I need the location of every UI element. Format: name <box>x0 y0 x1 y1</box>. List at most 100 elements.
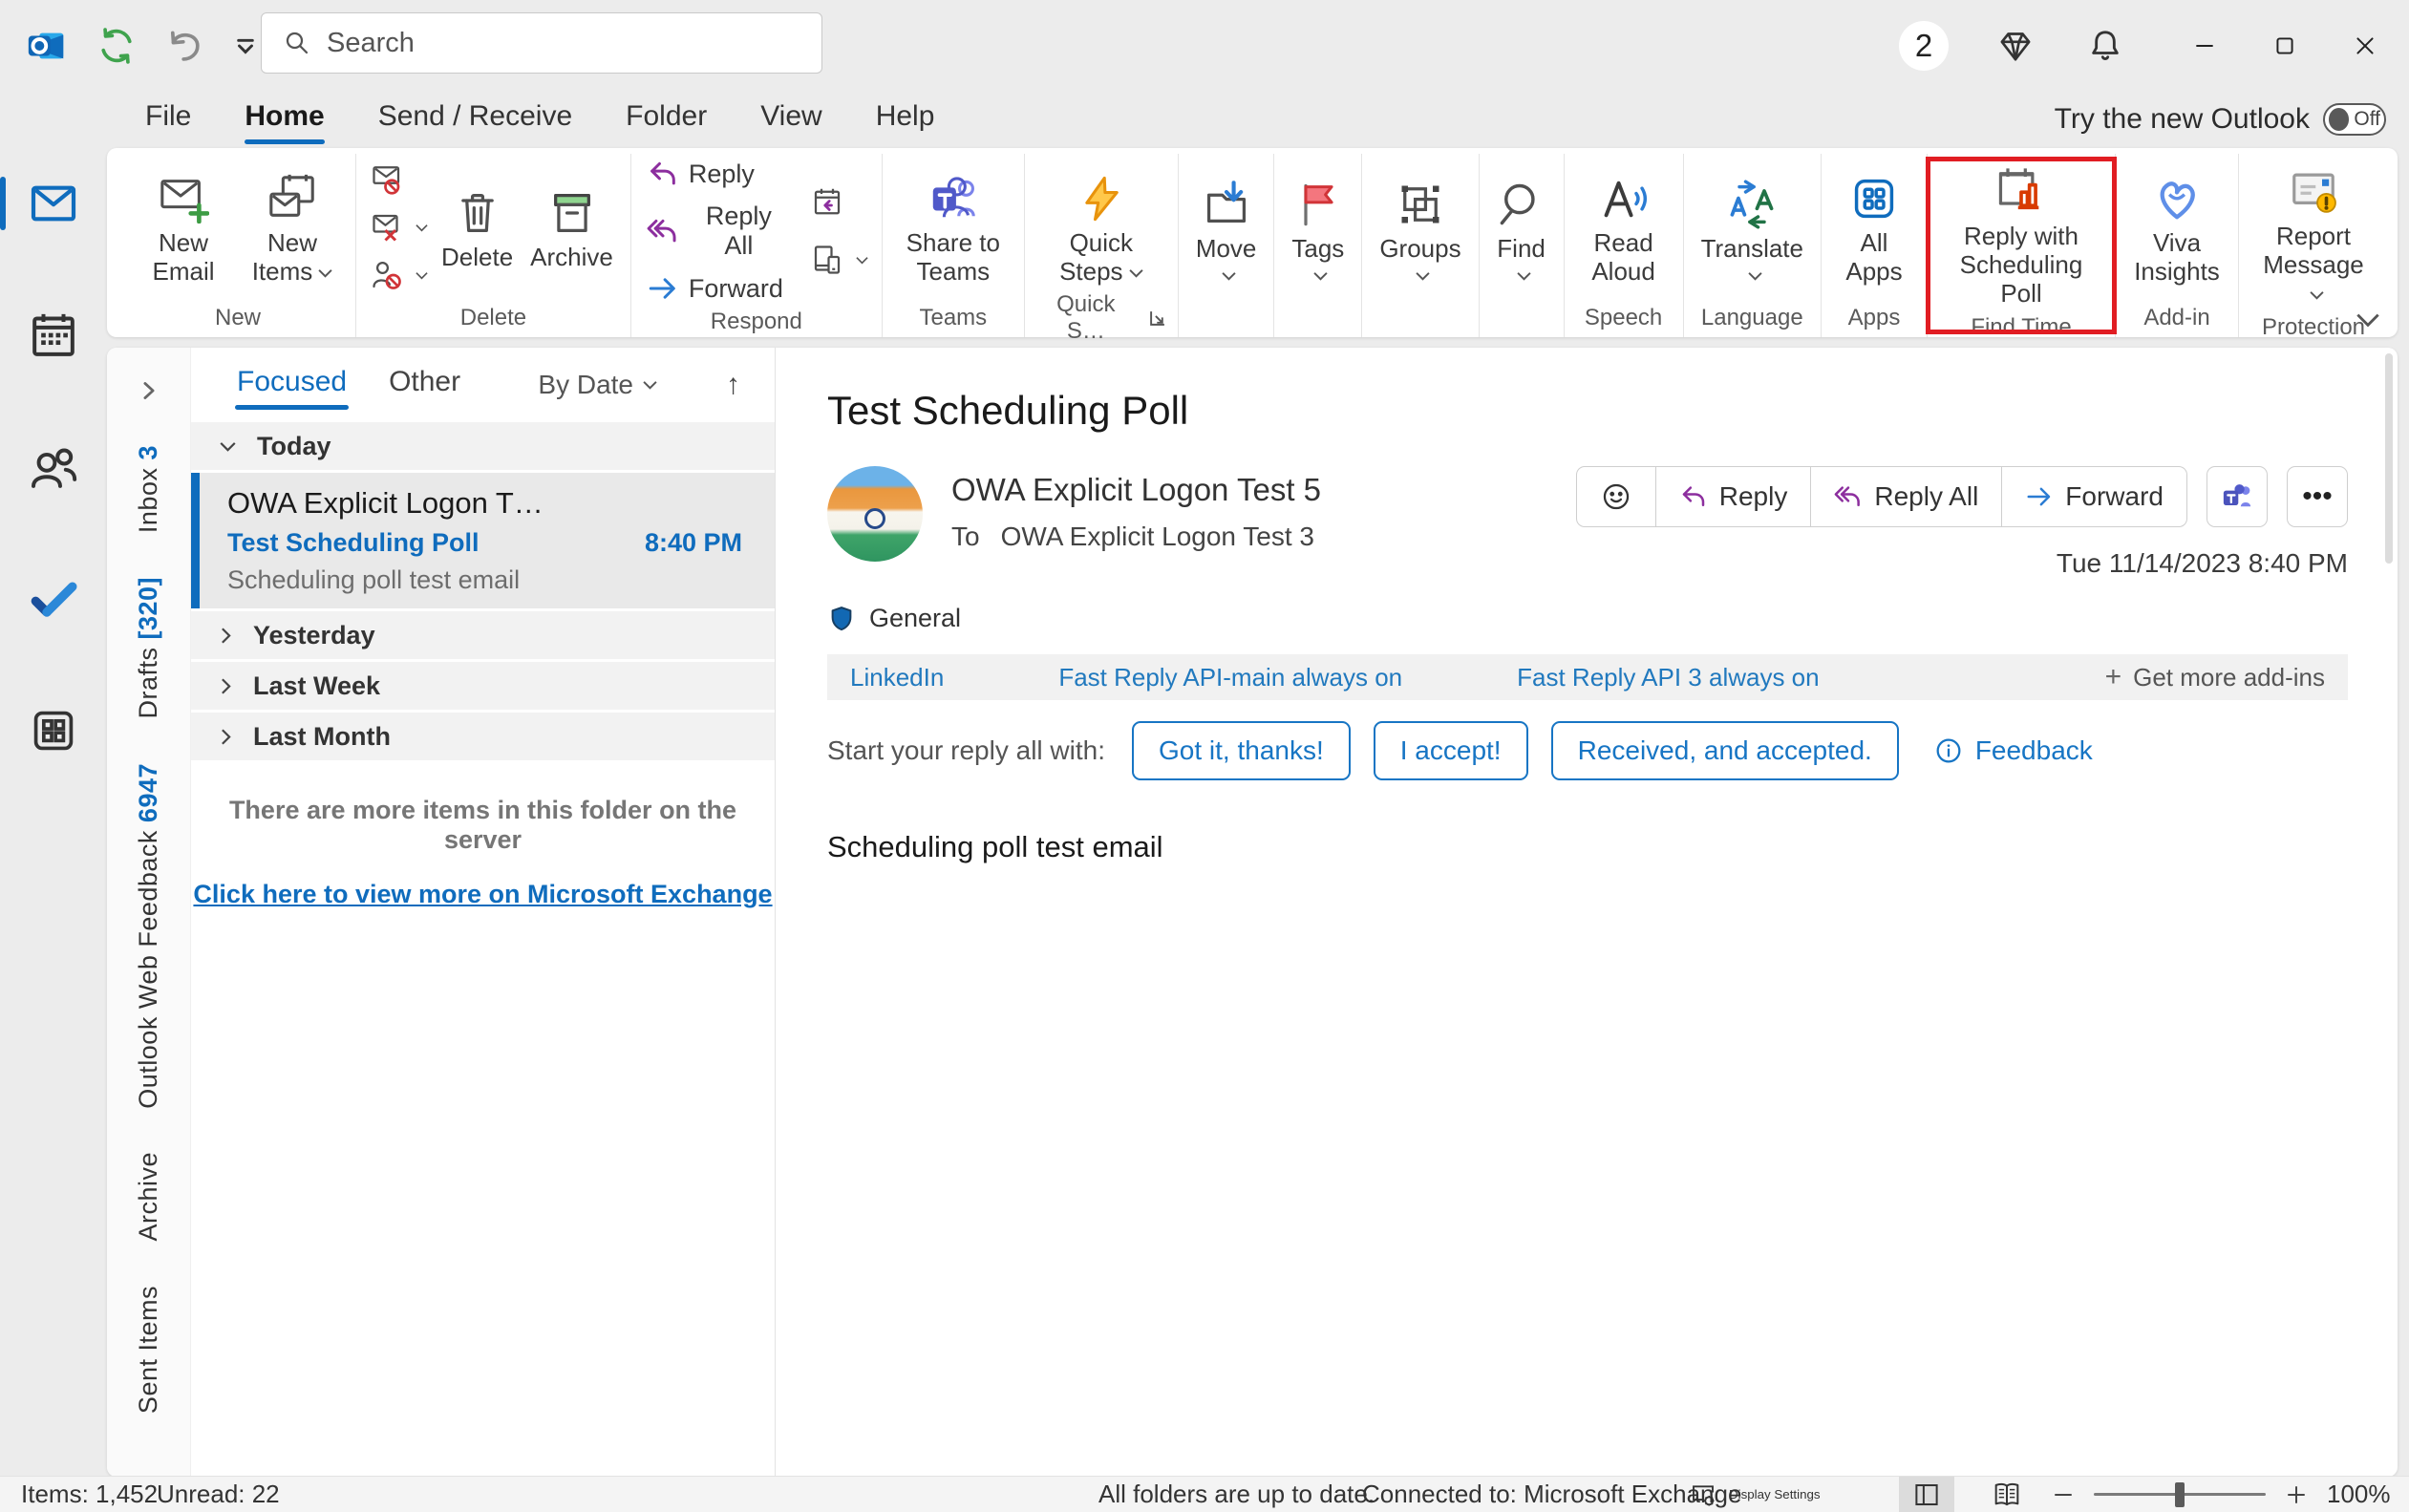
customize-quick-access-button[interactable] <box>233 33 258 58</box>
account-badge[interactable]: 2 <box>1899 21 1949 71</box>
read-aloud-button[interactable]: Read Aloud <box>1574 162 1674 292</box>
book-icon <box>1992 1480 2022 1510</box>
sort-direction-button[interactable]: ↑ <box>726 369 740 401</box>
nav-mail[interactable] <box>0 173 84 234</box>
tab-folder[interactable]: Folder <box>624 96 709 142</box>
tags-button[interactable]: Tags <box>1284 168 1352 287</box>
forward-button[interactable]: Forward <box>641 270 795 307</box>
share-to-teams-button[interactable]: Share to Teams <box>892 162 1014 292</box>
nav-people[interactable] <box>23 437 84 498</box>
all-apps-button[interactable]: All Apps <box>1831 162 1917 292</box>
reply-with-scheduling-poll-button[interactable]: Reply with Scheduling Poll <box>1937 156 2105 314</box>
sensitivity-label: General <box>827 604 2348 633</box>
zoom-in-button[interactable] <box>2285 1477 2308 1512</box>
nav-todo[interactable] <box>23 568 84 629</box>
teams-icon <box>927 168 979 224</box>
notifications-bell-icon[interactable] <box>2079 19 2132 73</box>
report-message-button[interactable]: Report Message <box>2249 156 2378 314</box>
tab-help[interactable]: Help <box>874 96 937 142</box>
reading-view-button[interactable] <box>1899 1477 1954 1512</box>
share-to-teams-action-button[interactable] <box>2206 466 2268 527</box>
scrollbar-thumb[interactable] <box>2385 353 2393 564</box>
find-button[interactable]: Find <box>1489 168 1554 287</box>
nav-calendar[interactable] <box>23 305 84 366</box>
suggested-reply-2[interactable]: I accept! <box>1373 721 1528 780</box>
zoom-slider-handle[interactable] <box>2175 1481 2185 1507</box>
tab-focused[interactable]: Focused <box>234 360 350 410</box>
tab-home[interactable]: Home <box>243 96 326 144</box>
minimize-button[interactable] <box>2168 10 2241 82</box>
addin-fast-reply-main[interactable]: Fast Reply API-main always on <box>1058 663 1402 692</box>
move-button[interactable]: Move <box>1188 168 1265 287</box>
display-settings-button[interactable]: Display Settings <box>1689 1477 1821 1512</box>
folder-sent-items[interactable]: Sent Items <box>134 1286 163 1414</box>
sort-by-dropdown[interactable]: By Date <box>538 370 657 400</box>
reply-button[interactable]: Reply <box>641 156 795 192</box>
block-sender-button[interactable] <box>366 256 432 294</box>
undo-button[interactable] <box>164 25 206 67</box>
suggested-replies-label: Start your reply all with: <box>827 735 1105 765</box>
maximize-button[interactable] <box>2249 10 2321 82</box>
group-header-yesterday[interactable]: Yesterday <box>191 611 775 659</box>
groups-button[interactable]: Groups <box>1372 168 1468 287</box>
reply-all-button[interactable]: Reply All <box>641 200 795 263</box>
junk-email-button[interactable] <box>366 208 432 246</box>
forward-action-button[interactable]: Forward <box>2002 467 2186 526</box>
sender-avatar[interactable] <box>827 466 923 562</box>
suggested-reply-3[interactable]: Received, and accepted. <box>1550 721 1899 780</box>
group-header-last-week[interactable]: Last Week <box>191 662 775 710</box>
archive-button[interactable]: Archive <box>522 177 621 278</box>
folder-inbox[interactable]: Inbox 3 <box>134 445 163 533</box>
dialog-launcher-icon[interactable] <box>1147 308 1168 329</box>
reply-all-action-button[interactable]: Reply All <box>1811 467 2003 526</box>
translate-button[interactable]: Translate <box>1694 168 1811 287</box>
addin-fast-reply-3[interactable]: Fast Reply API 3 always on <box>1517 663 1819 692</box>
close-button[interactable] <box>2329 10 2401 82</box>
group-header-today[interactable]: Today <box>191 422 775 470</box>
delete-button[interactable]: Delete <box>434 177 521 278</box>
new-items-button[interactable]: New Items <box>239 162 346 292</box>
sender-name[interactable]: OWA Explicit Logon Test 5 <box>951 472 1321 508</box>
tab-file[interactable]: File <box>143 96 193 142</box>
zoom-slider[interactable] <box>2094 1477 2266 1512</box>
message-list-item[interactable]: OWA Explicit Logon T… Test Scheduling Po… <box>191 473 775 608</box>
folder-drafts[interactable]: Drafts [320] <box>134 577 163 719</box>
collapse-ribbon-button[interactable] <box>2356 312 2380 328</box>
zoom-level[interactable]: 100% <box>2327 1477 2391 1512</box>
expand-folder-pane-button[interactable] <box>139 380 160 401</box>
reading-mode-button[interactable] <box>1979 1477 2035 1512</box>
more-actions-button[interactable]: ••• <box>2287 466 2348 527</box>
reactions-button[interactable] <box>1577 467 1656 526</box>
ignore-button[interactable] <box>366 160 432 199</box>
folders-status: All folders are up to date. <box>1098 1480 1375 1508</box>
zoom-slider-track[interactable] <box>2094 1481 2266 1507</box>
reading-pane-scrollbar[interactable] <box>2385 353 2395 1471</box>
new-email-button[interactable]: New Email <box>130 162 237 292</box>
view-more-exchange-link[interactable]: Click here to view more on Microsoft Exc… <box>191 880 775 909</box>
addin-linkedin[interactable]: LinkedIn <box>850 663 944 692</box>
nav-more-apps[interactable] <box>23 700 84 761</box>
feedback-link[interactable]: Feedback <box>1933 735 2093 766</box>
folder-outlook-web-feedback[interactable]: Outlook Web Feedback 6947 <box>134 763 163 1109</box>
reply-with-meeting-button[interactable] <box>806 183 872 222</box>
recipient-name[interactable]: OWA Explicit Logon Test 3 <box>1001 522 1314 552</box>
viva-insights-button[interactable]: Viva Insights <box>2125 162 2228 292</box>
zoom-out-button[interactable] <box>2052 1477 2075 1512</box>
quick-steps-button[interactable]: Quick Steps <box>1044 162 1159 292</box>
premium-diamond-icon[interactable] <box>1989 19 2042 73</box>
tab-send-receive[interactable]: Send / Receive <box>376 96 574 142</box>
suggested-reply-1[interactable]: Got it, thanks! <box>1132 721 1351 780</box>
new-outlook-toggle[interactable]: Off <box>2323 103 2386 136</box>
send-receive-sync-button[interactable] <box>96 25 138 67</box>
tab-other[interactable]: Other <box>389 360 460 410</box>
reply-action-button[interactable]: Reply <box>1656 467 1812 526</box>
tab-view[interactable]: View <box>758 96 823 142</box>
search-input[interactable] <box>327 27 800 59</box>
search-bar[interactable] <box>261 12 822 74</box>
get-more-addins-button[interactable]: + Get more add-ins <box>2105 661 2325 693</box>
group-header-last-month[interactable]: Last Month <box>191 713 775 760</box>
reply-with-im-button[interactable] <box>806 241 872 279</box>
avatar-flag-emblem <box>864 508 885 529</box>
group-label-apps: Apps <box>1847 305 1901 330</box>
folder-archive[interactable]: Archive <box>134 1152 163 1242</box>
